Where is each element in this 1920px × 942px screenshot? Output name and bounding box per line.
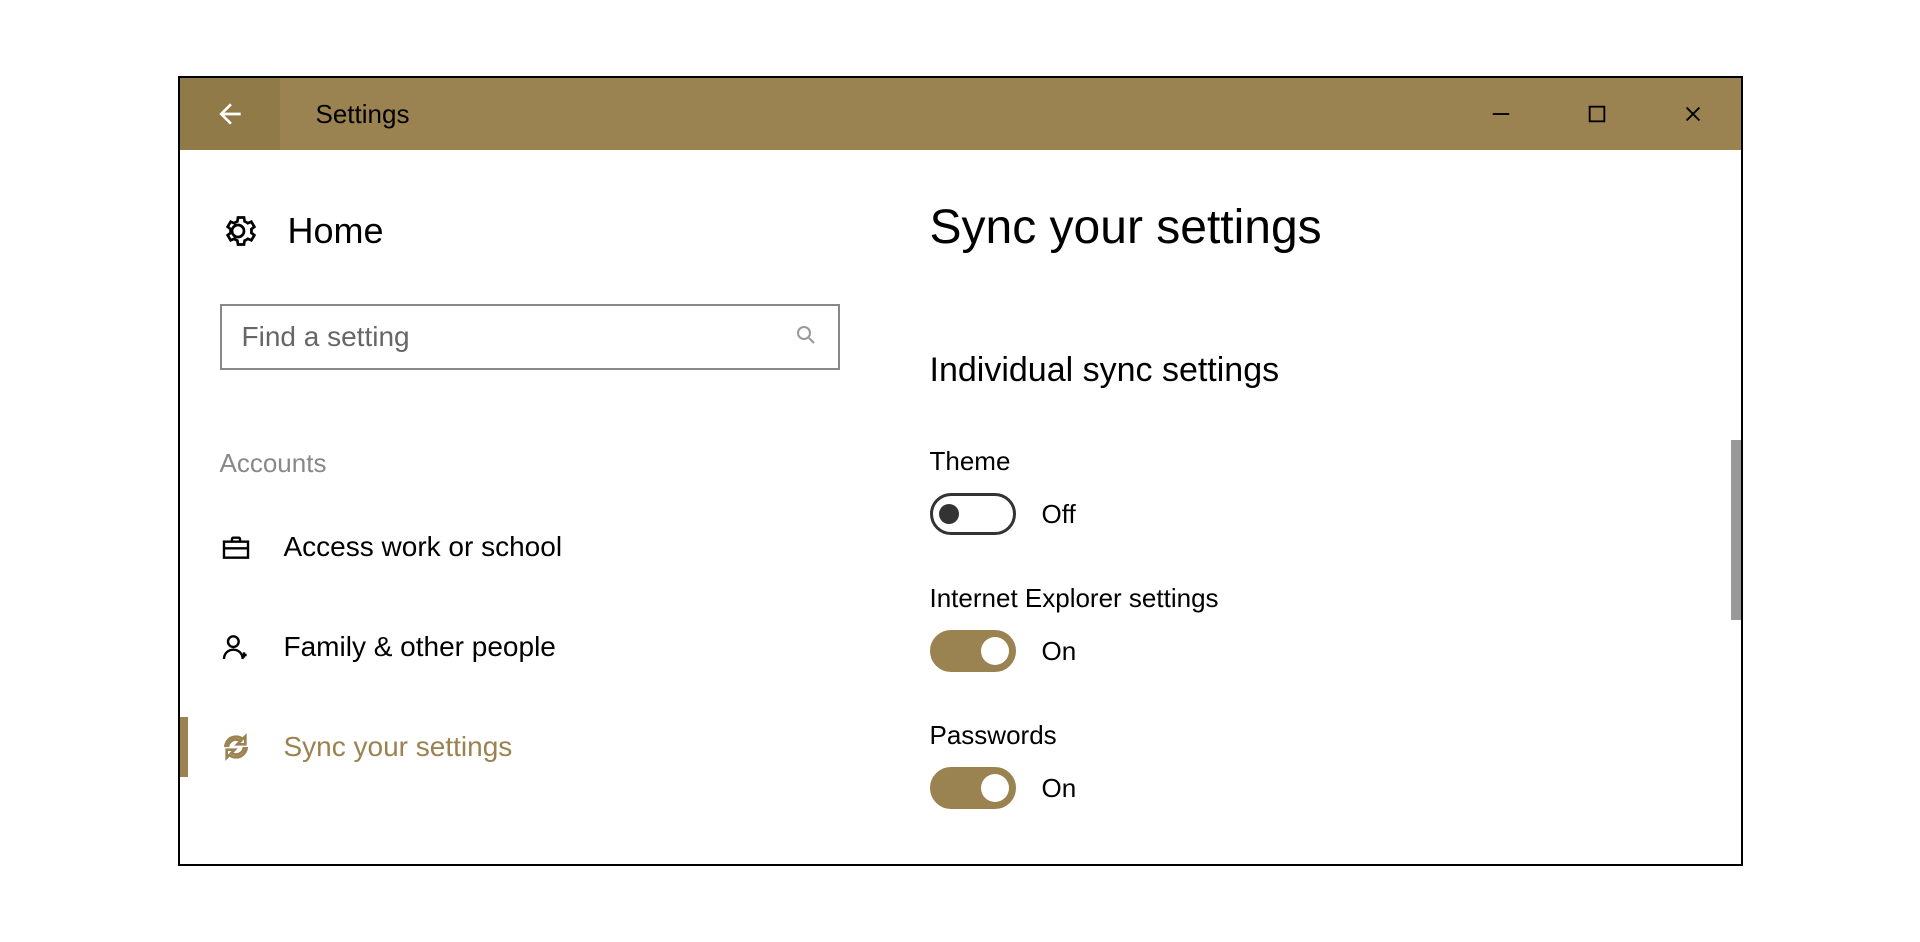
sidebar-item-access-work-school[interactable]: Access work or school bbox=[220, 509, 880, 585]
setting-passwords: Passwords On bbox=[930, 720, 1701, 809]
section-heading: Individual sync settings bbox=[930, 351, 1701, 390]
search-box[interactable] bbox=[220, 304, 840, 370]
search-icon bbox=[794, 323, 818, 352]
minimize-button[interactable] bbox=[1453, 78, 1549, 150]
toggle-knob bbox=[981, 637, 1009, 665]
home-label: Home bbox=[288, 210, 384, 252]
settings-window: Settings Home bbox=[178, 76, 1743, 866]
window-title: Settings bbox=[316, 99, 410, 130]
scrollbar[interactable] bbox=[1731, 440, 1741, 620]
window-controls bbox=[1453, 78, 1741, 150]
arrow-left-icon bbox=[214, 98, 246, 130]
toggle-row: Off bbox=[930, 493, 1701, 535]
maximize-button[interactable] bbox=[1549, 78, 1645, 150]
sidebar-section-label: Accounts bbox=[220, 448, 880, 479]
sync-icon bbox=[220, 731, 252, 763]
toggle-passwords[interactable] bbox=[930, 767, 1016, 809]
close-button[interactable] bbox=[1645, 78, 1741, 150]
minimize-icon bbox=[1490, 103, 1512, 125]
search-input[interactable] bbox=[242, 321, 794, 353]
toggle-row: On bbox=[930, 630, 1701, 672]
main-content: Sync your settings Individual sync setti… bbox=[880, 150, 1741, 864]
toggle-theme[interactable] bbox=[930, 493, 1016, 535]
sidebar: Home Accounts Access work or school bbox=[180, 150, 880, 864]
home-nav[interactable]: Home bbox=[220, 210, 880, 252]
setting-ie: Internet Explorer settings On bbox=[930, 583, 1701, 672]
toggle-knob bbox=[981, 774, 1009, 802]
sidebar-item-family[interactable]: Family & other people bbox=[220, 609, 880, 685]
toggle-state: On bbox=[1042, 773, 1077, 804]
sidebar-item-label: Sync your settings bbox=[284, 731, 513, 763]
sidebar-item-label: Access work or school bbox=[284, 531, 563, 563]
toggle-ie-settings[interactable] bbox=[930, 630, 1016, 672]
briefcase-icon bbox=[220, 531, 252, 563]
toggle-state: Off bbox=[1042, 499, 1076, 530]
gear-icon bbox=[220, 213, 256, 249]
sidebar-item-label: Family & other people bbox=[284, 631, 556, 663]
toggle-state: On bbox=[1042, 636, 1077, 667]
sidebar-item-sync-settings[interactable]: Sync your settings bbox=[220, 709, 880, 785]
toggle-knob bbox=[939, 504, 959, 524]
setting-label: Internet Explorer settings bbox=[930, 583, 1701, 614]
titlebar: Settings bbox=[180, 78, 1741, 150]
setting-label: Theme bbox=[930, 446, 1701, 477]
close-icon bbox=[1682, 103, 1704, 125]
people-icon bbox=[220, 631, 252, 663]
setting-theme: Theme Off bbox=[930, 446, 1701, 535]
back-button[interactable] bbox=[180, 78, 280, 150]
window-body: Home Accounts Access work or school bbox=[180, 150, 1741, 864]
setting-label: Passwords bbox=[930, 720, 1701, 751]
toggle-row: On bbox=[930, 767, 1701, 809]
page-title: Sync your settings bbox=[930, 200, 1701, 255]
maximize-icon bbox=[1586, 103, 1608, 125]
